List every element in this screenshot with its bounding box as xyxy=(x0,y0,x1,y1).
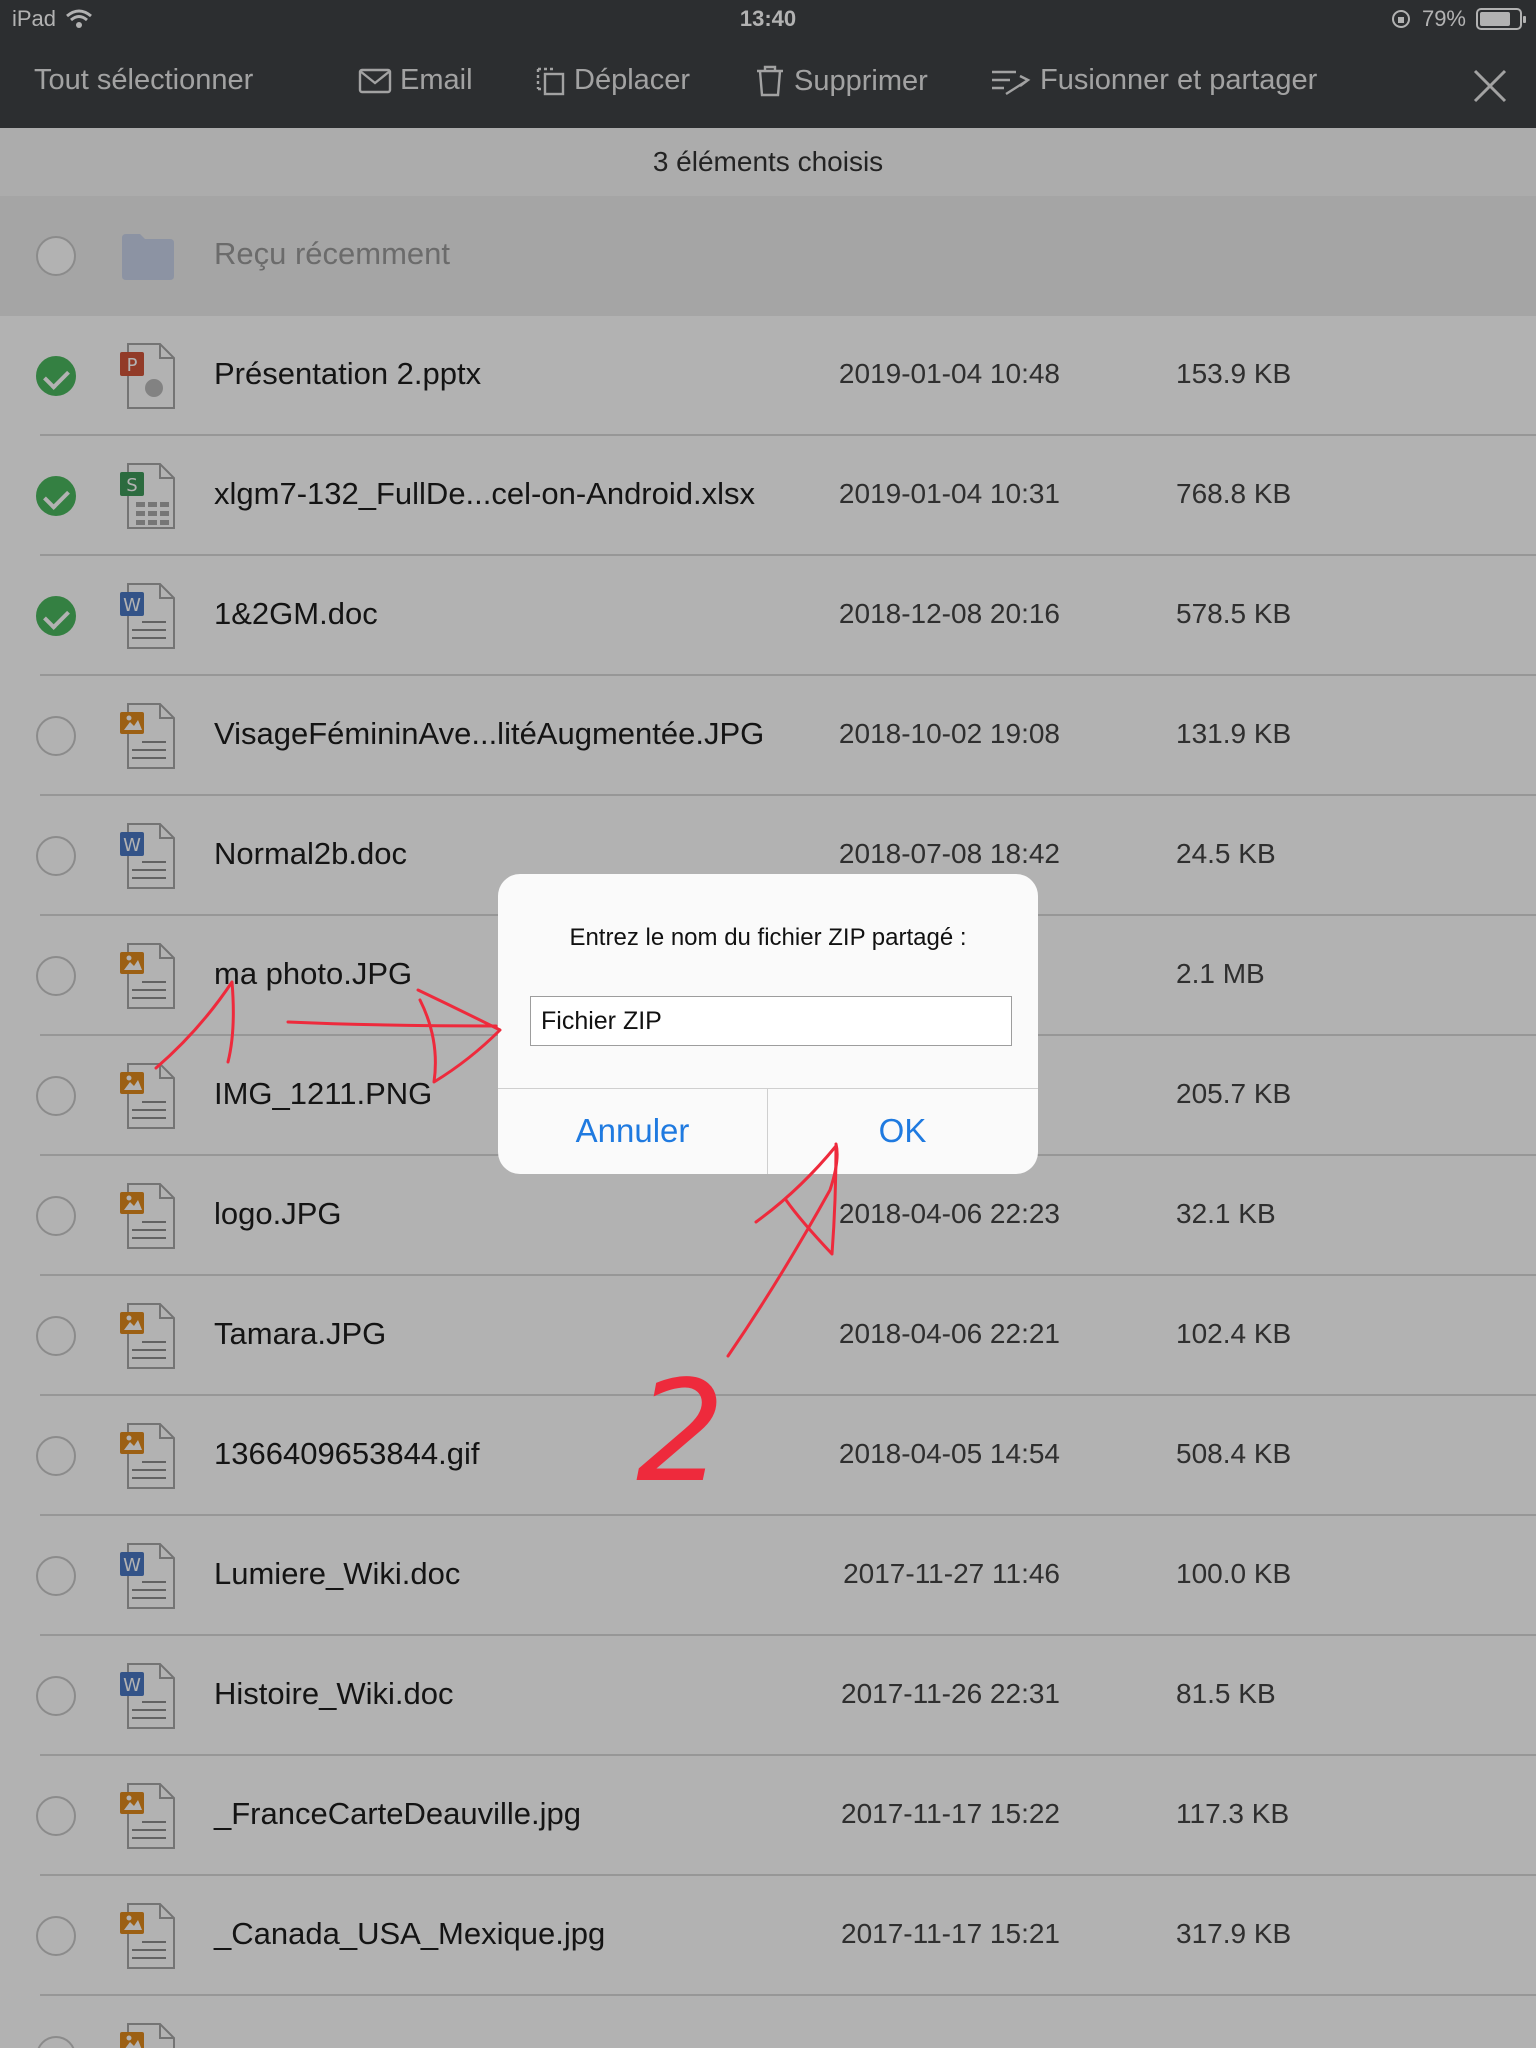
zip-name-input[interactable] xyxy=(530,996,1012,1046)
zip-name-dialog: Entrez le nom du fichier ZIP partagé : A… xyxy=(498,874,1038,1174)
cancel-button[interactable]: Annuler xyxy=(498,1088,767,1174)
ok-button[interactable]: OK xyxy=(768,1088,1037,1174)
dialog-title: Entrez le nom du fichier ZIP partagé : xyxy=(569,924,967,951)
